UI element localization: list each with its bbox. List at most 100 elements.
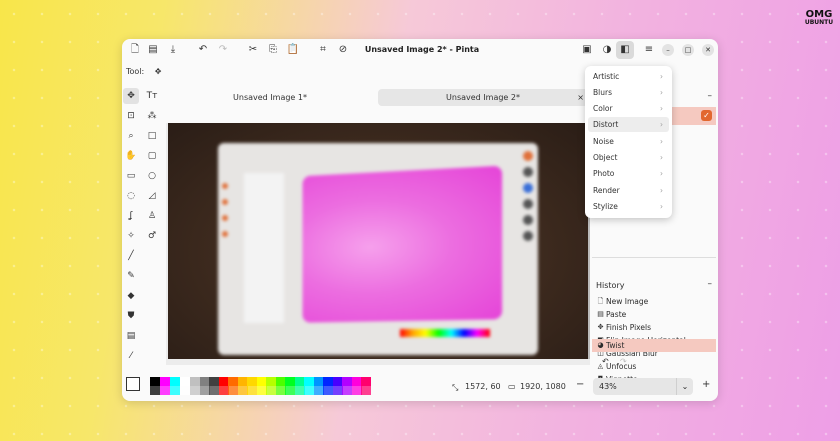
palette-swatch[interactable] <box>209 377 219 386</box>
recolor-tool-icon[interactable]: ♂ <box>144 228 160 244</box>
palette-swatch[interactable] <box>323 377 333 386</box>
crop-icon[interactable]: ⌗ <box>316 43 330 57</box>
palette-swatch[interactable] <box>275 377 286 386</box>
palette-swatch[interactable] <box>285 377 295 386</box>
paste-icon[interactable]: 📋 <box>286 43 300 57</box>
deselect-icon[interactable]: ⊘ <box>336 43 350 57</box>
copy-icon[interactable]: ⎘ <box>266 43 280 57</box>
menu-item-blurs[interactable]: Blurs › <box>588 85 669 100</box>
history-item[interactable]: ▤ Paste <box>592 308 716 321</box>
menu-item-color[interactable]: Color › <box>588 101 669 116</box>
zoom-tool-icon[interactable]: ⌕ <box>123 128 139 144</box>
palette-swatch[interactable] <box>218 386 229 395</box>
history-undo-icon[interactable]: ↶ <box>602 357 609 366</box>
palette-swatch[interactable] <box>275 386 286 395</box>
menu-item-noise[interactable]: Noise › <box>588 134 669 149</box>
palette-swatch[interactable] <box>150 386 160 395</box>
text-tool-icon[interactable]: Tт <box>144 88 160 104</box>
palette-swatch[interactable] <box>228 377 238 386</box>
new-image-icon[interactable]: 🗋 <box>128 43 142 57</box>
image-menu-icon[interactable]: ▣ <box>580 43 594 57</box>
paint-bucket-tool-icon[interactable]: ⛊ <box>123 308 139 324</box>
history-redo-icon[interactable]: ↷ <box>620 357 627 366</box>
zoom-out-button[interactable]: − <box>576 379 584 390</box>
rectangle-select-tool-icon[interactable]: ▭ <box>123 168 139 184</box>
menu-item-artistic[interactable]: Artistic › <box>588 69 669 84</box>
palette-swatch[interactable] <box>294 377 305 386</box>
layers-collapse-icon[interactable]: – <box>708 91 713 101</box>
history-item-selected[interactable]: ◕ Twist <box>592 339 716 352</box>
palette-swatch[interactable] <box>332 377 343 386</box>
minimize-button[interactable]: – <box>662 44 674 56</box>
palette-swatch[interactable] <box>304 386 314 395</box>
palette-swatch[interactable] <box>190 377 200 386</box>
gradient-tool-icon[interactable]: ▤ <box>123 328 139 344</box>
image-canvas[interactable] <box>168 123 588 359</box>
rounded-rectangle-tool-icon[interactable]: ▢ <box>144 148 160 164</box>
menu-item-stylize[interactable]: Stylize › <box>588 199 669 214</box>
palette-swatch[interactable] <box>247 386 257 395</box>
history-item[interactable]: ✥ Finish Pixels <box>592 321 716 334</box>
magic-wand-select-tool-icon[interactable]: ✧ <box>123 228 139 244</box>
palette-swatch[interactable] <box>199 377 210 386</box>
palette-swatch[interactable] <box>342 377 352 386</box>
palette-swatch[interactable] <box>170 377 180 386</box>
palette-swatch[interactable] <box>190 386 200 395</box>
palette-swatch[interactable] <box>199 386 210 395</box>
menu-item-render[interactable]: Render › <box>588 183 669 198</box>
undo-icon[interactable]: ↶ <box>196 43 210 57</box>
pencil-tool-icon[interactable]: ✎ <box>123 268 139 284</box>
rectangle-tool-icon[interactable]: □ <box>144 128 160 144</box>
palette-swatch[interactable] <box>332 386 343 395</box>
freeform-shape-tool-icon[interactable]: ◿ <box>144 188 160 204</box>
main-menu-icon[interactable]: ≡ <box>642 43 656 57</box>
move-selection-tool-icon[interactable]: ⊡ <box>123 108 139 124</box>
paintbrush-tool-icon[interactable]: ╱ <box>123 248 139 264</box>
palette-swatch[interactable] <box>313 386 324 395</box>
zoom-in-button[interactable]: + <box>702 379 710 390</box>
menu-item-object[interactable]: Object › <box>588 150 669 165</box>
canvas-area[interactable] <box>166 123 590 365</box>
history-item[interactable]: ◬ Unfocus <box>592 360 716 373</box>
tab-close-icon[interactable]: × <box>577 89 584 106</box>
palette-swatch[interactable] <box>160 377 170 386</box>
palette-swatch[interactable] <box>313 377 324 386</box>
history-collapse-icon[interactable]: – <box>708 279 713 289</box>
palette-swatch[interactable] <box>323 386 333 395</box>
pan-tool-icon[interactable]: ✋ <box>123 148 139 164</box>
eraser-tool-icon[interactable]: ◆ <box>123 288 139 304</box>
palette-swatch[interactable] <box>342 386 352 395</box>
maximize-button[interactable]: □ <box>682 44 694 56</box>
palette-swatch[interactable] <box>266 386 276 395</box>
tab-unsaved-image-2[interactable]: Unsaved Image 2* × <box>378 89 588 106</box>
palette-swatch[interactable] <box>285 386 295 395</box>
palette-swatch[interactable] <box>294 386 305 395</box>
palette-swatch[interactable] <box>361 386 371 395</box>
palette-swatch[interactable] <box>180 386 190 395</box>
palette-swatch[interactable] <box>180 377 190 386</box>
history-item[interactable]: 🗋 New Image <box>592 295 716 308</box>
color-picker-tool-icon[interactable]: ⁄ <box>123 348 139 364</box>
palette-swatch[interactable] <box>266 377 276 386</box>
cut-icon[interactable]: ✂ <box>246 43 260 57</box>
ellipse-select-tool-icon[interactable]: ◌ <box>123 188 139 204</box>
palette-swatch[interactable] <box>237 377 248 386</box>
palette-swatch[interactable] <box>256 377 267 386</box>
chevron-down-icon[interactable]: ⌄ <box>676 378 693 395</box>
layer-visible-checkbox[interactable]: ✓ <box>701 110 712 121</box>
tab-unsaved-image-1[interactable]: Unsaved Image 1* <box>170 89 370 106</box>
close-button[interactable]: ✕ <box>702 44 714 56</box>
clone-stamp-tool-icon[interactable]: ♙ <box>144 208 160 224</box>
palette-swatch[interactable] <box>150 377 160 386</box>
palette-swatch[interactable] <box>209 386 219 395</box>
palette-swatch[interactable] <box>218 377 229 386</box>
save-icon[interactable]: ⤓ <box>166 43 180 57</box>
adjustments-icon[interactable]: ◑ <box>600 43 614 57</box>
palette-swatch[interactable] <box>256 386 267 395</box>
palette-swatch[interactable] <box>228 386 238 395</box>
palette-swatch[interactable] <box>361 377 371 386</box>
palette-swatch[interactable] <box>160 386 170 395</box>
redo-icon[interactable]: ↷ <box>216 43 230 57</box>
magic-wand-tool-icon[interactable]: ⁂ <box>144 108 160 124</box>
palette-swatch[interactable] <box>351 386 362 395</box>
